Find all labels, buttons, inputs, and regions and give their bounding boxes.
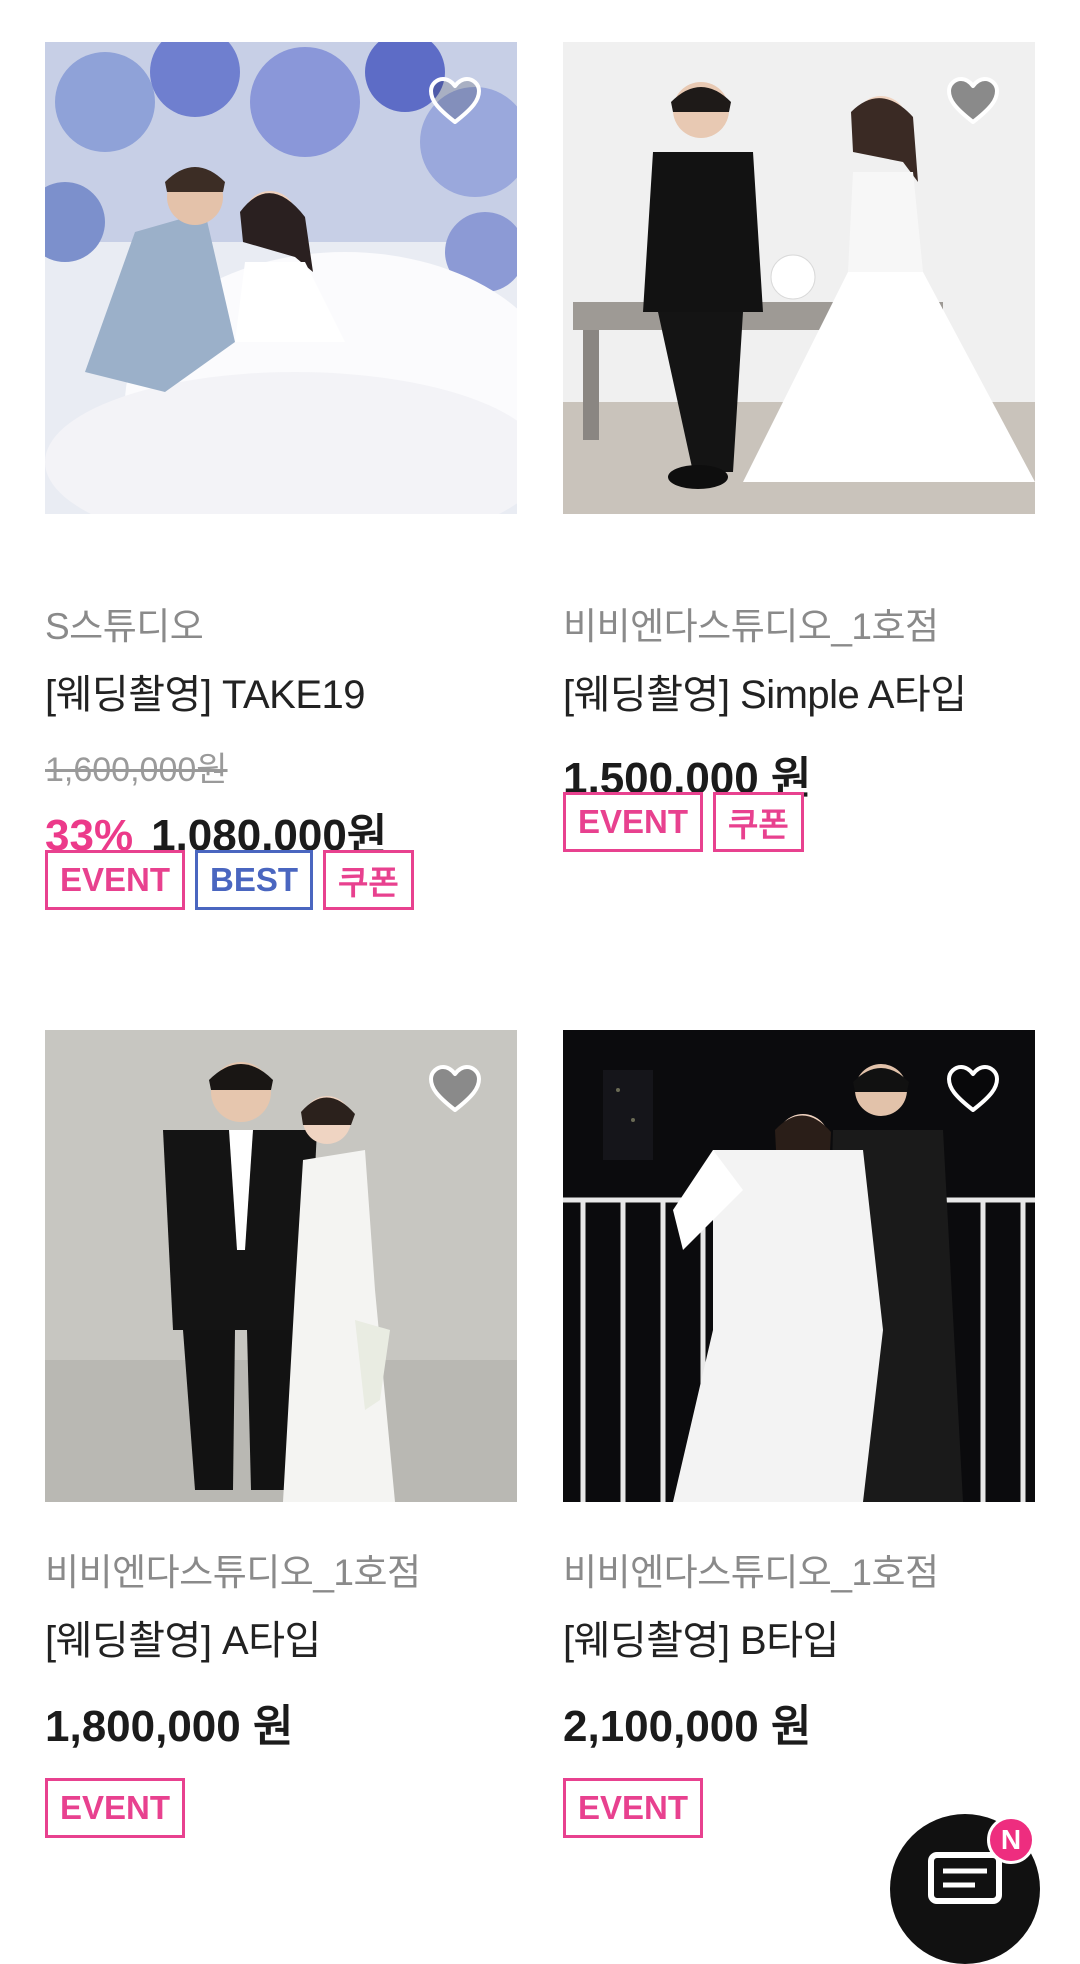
product-title[interactable]: [웨딩촬영] Simple A타입 [563,662,967,720]
original-price: 1,600,000원 [45,751,228,789]
studio-name: S스튜디오 [45,606,204,647]
event-badge: EVENT [45,1778,186,1838]
product-card[interactable]: 비비엔다스튜디오_1호점 [웨딩촬영] Simple A타입 1,500,000… [563,42,1035,922]
event-badge: EVENT [563,792,704,852]
event-badge: EVENT [45,850,186,910]
product-card[interactable]: 비비엔다스튜디오_1호점 [웨딩촬영] B타입 2,100,000 원 EVEN… [563,1030,1035,1870]
product-title[interactable]: [웨딩촬영] TAKE19 [45,662,366,720]
product-image[interactable] [45,1030,517,1502]
badge-list: EVENT BEST 쿠폰 [45,850,414,910]
studio-name: 비비엔다스튜디오_1호점 [563,606,939,647]
favorite-heart-icon[interactable] [427,76,483,126]
favorite-heart-icon[interactable] [945,1064,1001,1114]
badge-list: EVENT [563,1778,704,1838]
badge-list: EVENT 쿠폰 [563,792,804,852]
coupon-badge: 쿠폰 [323,850,414,910]
product-price: 1,800,000 원 [45,1702,294,1751]
chat-bubble-icon [928,1852,1002,1904]
badge-list: EVENT [45,1778,186,1838]
product-card[interactable]: 비비엔다스튜디오_1호점 [웨딩촬영] A타입 1,800,000 원 EVEN… [45,1030,517,1870]
product-price: 2,100,000 원 [563,1702,812,1751]
studio-name: 비비엔다스튜디오_1호점 [45,1552,421,1593]
favorite-heart-icon[interactable] [427,1064,483,1114]
product-image[interactable] [563,42,1035,514]
product-grid: S스튜디오 [웨딩촬영] TAKE19 1,600,000원 33% 1,080,… [0,0,1080,1871]
product-title[interactable]: [웨딩촬영] A타입 [45,1608,321,1666]
product-card[interactable]: S스튜디오 [웨딩촬영] TAKE19 1,600,000원 33% 1,080,… [45,42,517,922]
new-notification-badge: N [987,1816,1035,1864]
product-image[interactable] [563,1030,1035,1502]
coupon-badge: 쿠폰 [713,792,804,852]
studio-name: 비비엔다스튜디오_1호점 [563,1552,939,1593]
event-badge: EVENT [563,1778,704,1838]
best-badge: BEST [195,850,314,910]
product-title[interactable]: [웨딩촬영] B타입 [563,1608,839,1666]
favorite-heart-icon[interactable] [945,76,1001,126]
product-image[interactable] [45,42,517,514]
